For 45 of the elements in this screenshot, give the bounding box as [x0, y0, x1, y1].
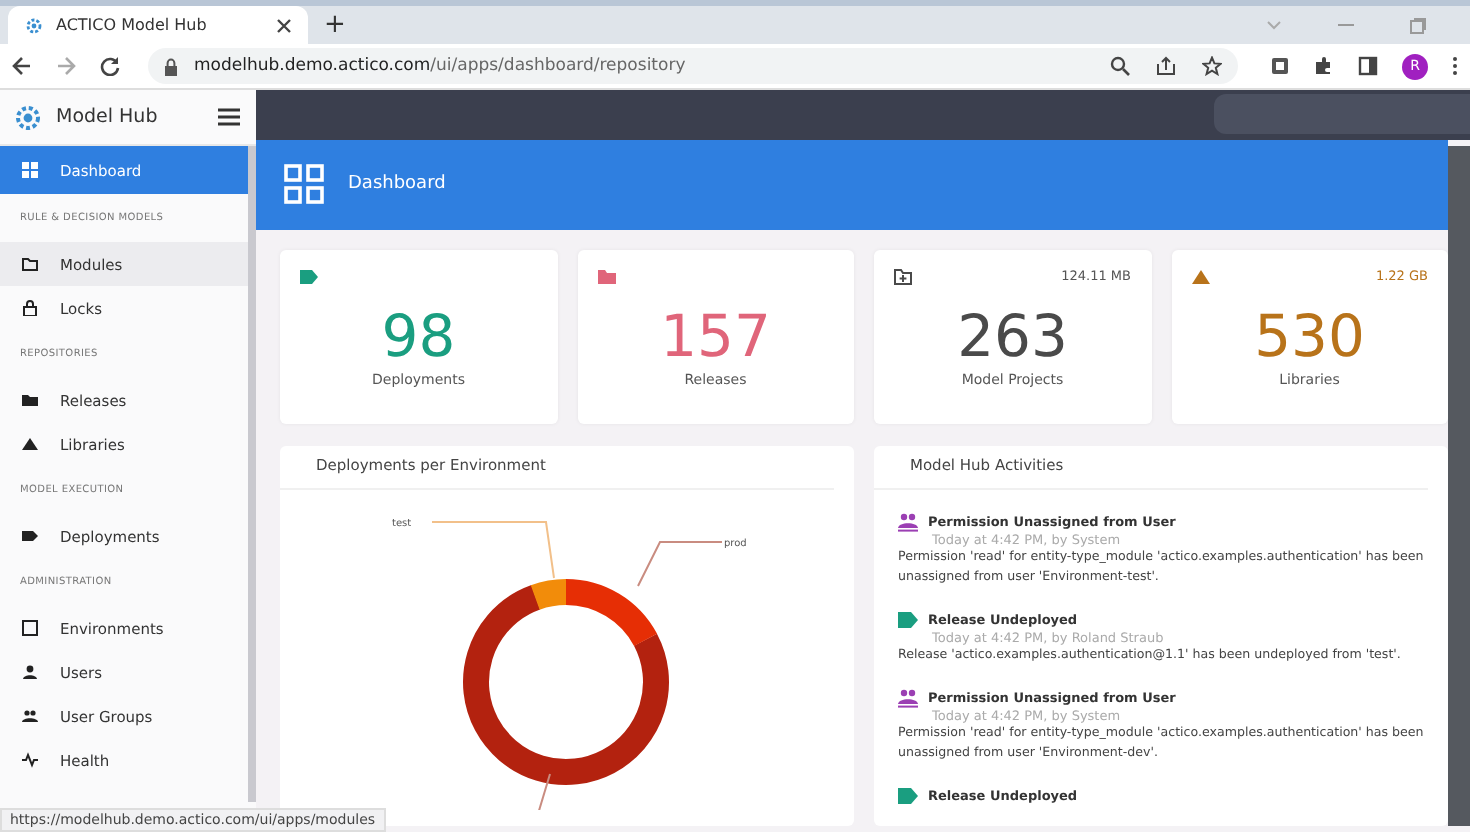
square-icon — [22, 620, 38, 636]
scrollbar[interactable] — [1448, 146, 1470, 826]
leader-line — [431, 521, 555, 579]
scrollbar[interactable] — [248, 146, 256, 802]
tag-icon — [898, 610, 918, 630]
zoom-icon[interactable] — [1110, 56, 1130, 76]
page-title: Dashboard — [348, 174, 446, 195]
users-icon — [22, 708, 38, 724]
stat-value: 263 — [957, 300, 1068, 372]
pulse-icon — [22, 752, 38, 768]
lock-icon — [22, 300, 38, 316]
users-icon — [898, 512, 918, 532]
puzzle-icon[interactable] — [1314, 56, 1334, 76]
new-tab-button[interactable]: + — [308, 6, 362, 44]
tag-icon — [22, 528, 38, 544]
app-title: Model Hub — [56, 106, 160, 128]
address-field[interactable]: modelhub.demo.actico.com/ui/apps/dashboard/repository — [148, 48, 1238, 84]
share-icon[interactable] — [1156, 56, 1176, 76]
star-icon[interactable] — [1202, 56, 1222, 76]
leader-line — [537, 773, 551, 810]
leader-line — [637, 541, 723, 587]
lock-icon — [164, 57, 178, 75]
folder-icon — [22, 392, 38, 408]
stat-value: 98 — [381, 300, 456, 372]
extension-icon[interactable] — [1270, 56, 1290, 76]
stat-value: 530 — [1254, 300, 1365, 372]
tag-icon — [898, 786, 918, 806]
close-icon[interactable] — [276, 17, 292, 33]
gear-icon — [24, 15, 44, 35]
side-panel-icon[interactable] — [1358, 56, 1378, 76]
dashboard-icon — [284, 164, 324, 205]
user-icon — [22, 664, 38, 680]
tab-title: ACTICO Model Hub — [56, 16, 209, 34]
browser-tab[interactable]: ACTICO Model Hub — [8, 6, 308, 44]
more-icon[interactable] — [1452, 56, 1458, 76]
back-icon[interactable] — [12, 56, 32, 76]
folder-icon — [22, 256, 38, 272]
url-text: modelhub.demo.actico.com/ui/apps/dashboard/repository — [194, 56, 688, 76]
dashboard-icon — [22, 162, 38, 178]
triangle-icon — [22, 436, 38, 452]
reload-icon[interactable] — [100, 56, 120, 76]
menu-icon[interactable] — [218, 108, 240, 126]
stat-value: 157 — [660, 300, 771, 372]
users-icon — [898, 688, 918, 708]
gear-logo-icon — [12, 101, 44, 133]
